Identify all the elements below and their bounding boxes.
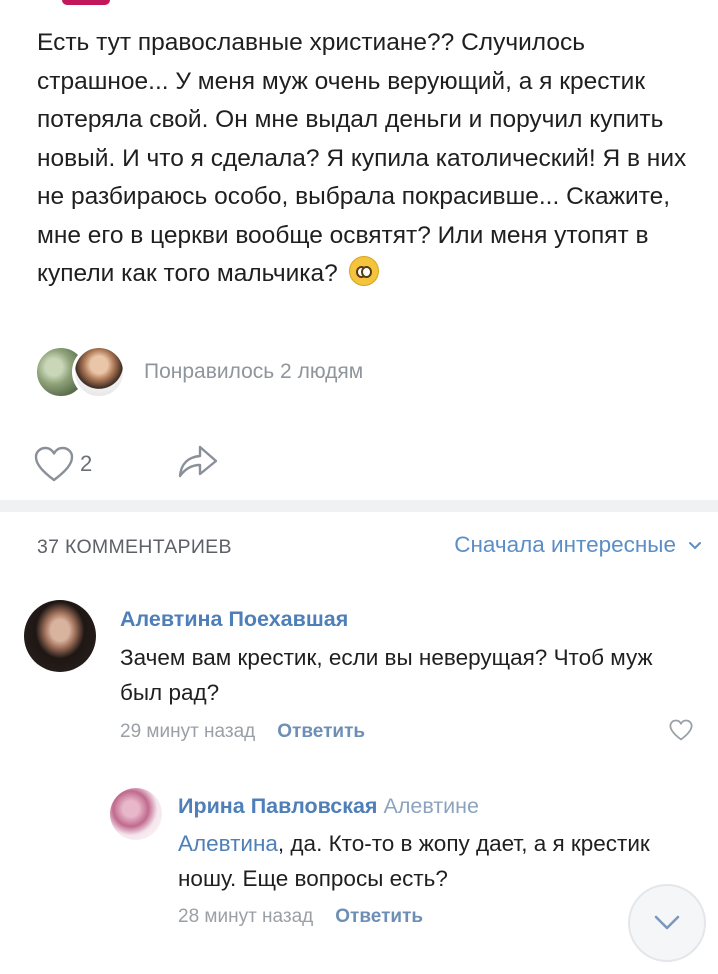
reply-button[interactable]: Ответить <box>277 721 365 742</box>
comment-reply: Ирина Павловская Алевтине Алевтина, да. К… <box>110 780 710 950</box>
avatar[interactable] <box>110 788 162 840</box>
comments-count: 37 КОММЕНТАРИЕВ <box>37 536 232 558</box>
chevron-down-icon <box>689 541 701 549</box>
top-accent-bar <box>62 0 110 5</box>
comments-header: 37 КОММЕНТАРИЕВ Сначала интересные <box>37 532 702 562</box>
comment-time: 28 минут назад <box>178 906 314 927</box>
chevron-down-icon <box>654 915 680 930</box>
likes-summary[interactable]: Понравилось 2 людям <box>144 360 363 384</box>
comment-author: Ирина Павловская Алевтине <box>178 794 479 819</box>
comment-time: 29 минут назад <box>120 721 256 742</box>
comment-meta: 28 минут назад Ответить <box>178 906 423 928</box>
scroll-down-button[interactable] <box>628 884 706 962</box>
likers-row[interactable]: Понравилось 2 людям <box>34 345 363 399</box>
share-button[interactable] <box>174 442 220 485</box>
share-arrow-icon <box>179 445 218 478</box>
flushed-face-emoji-icon <box>348 256 379 286</box>
comment-meta: 29 минут назад Ответить <box>120 721 365 743</box>
post-actions: 2 <box>32 442 220 485</box>
reply-to-name[interactable]: Алевтине <box>383 794 478 818</box>
mention-link[interactable]: Алевтина <box>178 831 278 856</box>
avatar[interactable] <box>24 600 96 672</box>
comment-author-name[interactable]: Ирина Павловская <box>178 794 377 818</box>
heart-icon <box>34 446 74 481</box>
heart-icon <box>669 719 693 741</box>
comment-author[interactable]: Алевтина Поехавшая <box>120 607 348 632</box>
post-text: Есть тут православные христиане?? Случил… <box>37 29 687 287</box>
comment-text: Алевтина, да. Кто-то в жопу дает, а я кр… <box>178 826 698 896</box>
section-divider <box>0 500 718 512</box>
reply-button[interactable]: Ответить <box>335 906 423 927</box>
sort-dropdown[interactable]: Сначала интересные <box>454 532 702 558</box>
like-count: 2 <box>80 450 93 476</box>
comment-like-button[interactable] <box>668 718 694 747</box>
comment-text: Зачем вам крестик, если вы неверущая? Чт… <box>120 645 653 705</box>
liker-avatar[interactable] <box>72 345 126 399</box>
sort-label: Сначала интересные <box>454 532 676 557</box>
comment: Алевтина Поехавшая Зачем вам крестик, ес… <box>24 600 704 760</box>
like-button[interactable]: 2 <box>32 444 92 484</box>
